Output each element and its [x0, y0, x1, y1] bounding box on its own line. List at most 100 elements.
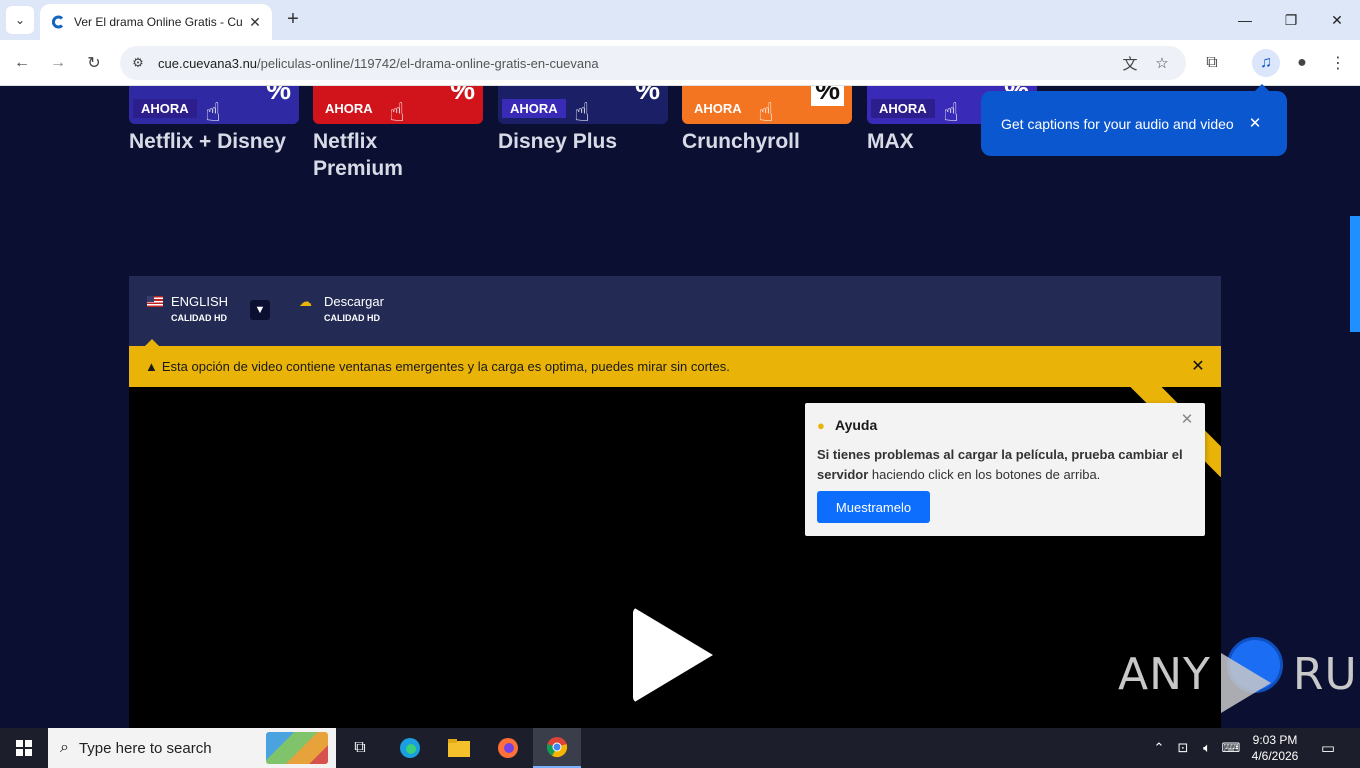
address-bar[interactable]: ⚙ cue.cuevana3.nu/peliculas-online/11974…: [120, 46, 1186, 80]
file-explorer-icon[interactable]: [435, 728, 483, 768]
notifications-icon[interactable]: ▭: [1318, 728, 1338, 768]
bookmark-star-icon[interactable]: ☆: [1150, 51, 1174, 75]
help-close-icon[interactable]: ✕: [1179, 411, 1195, 428]
promo-badge: AHORA: [871, 99, 935, 118]
url-text: cue.cuevana3.nu/peliculas-online/119742/…: [158, 56, 599, 71]
promo-percent-graphic: %: [266, 86, 291, 105]
promo-banner: % AHORA ☝: [682, 86, 852, 124]
active-tab[interactable]: Ver El drama Online Gratis - Cu ✕: [40, 4, 272, 40]
help-tooltip: ● Ayuda ✕ Si tienes problemas al cargar …: [805, 403, 1205, 536]
chevron-down-icon: ⌄: [14, 13, 26, 27]
media-controls-icon[interactable]: ♫: [1252, 49, 1280, 77]
close-window-button[interactable]: ✕: [1314, 0, 1360, 40]
network-icon[interactable]: ⊡: [1174, 728, 1192, 768]
page-content: % AHORA ☝ Netflix + Disney % AHORA ☝ Net…: [0, 86, 1360, 728]
browser-toolbar: ← → ↻ ⚙ cue.cuevana3.nu/peliculas-online…: [0, 40, 1360, 86]
promo-percent-graphic: %: [635, 86, 660, 105]
promo-name: Crunchyroll: [682, 130, 800, 153]
clock-time: 9:03 PM: [1252, 733, 1298, 747]
extensions-icon[interactable]: ⧉: [1198, 49, 1226, 77]
promo-banner: % AHORA ☝: [498, 86, 668, 124]
promo-name: Netflix + Disney: [129, 130, 286, 153]
download-title: Descargar: [324, 294, 384, 309]
player-server-bar: ENGLISH CALIDAD HD ▼ ☁ Descargar CALIDAD…: [129, 276, 1221, 346]
start-button[interactable]: [0, 728, 48, 768]
watermark-right-text: RUN: [1292, 648, 1360, 700]
more-menu-icon[interactable]: ⋮: [1324, 49, 1352, 77]
popup-warning-bar: ▲ Esta opción de video contiene ventanas…: [129, 346, 1221, 387]
warning-close-icon[interactable]: ✕: [1189, 357, 1207, 375]
tab-title: Ver El drama Online Gratis - Cu: [74, 15, 243, 29]
pointer-hand-icon: ☝: [205, 97, 221, 124]
search-highlight-image: [266, 732, 328, 764]
help-body-rest: haciendo click en los botones de arriba.: [868, 467, 1101, 482]
promo-percent-graphic: %: [811, 86, 844, 106]
profile-avatar-icon[interactable]: ●: [1288, 49, 1316, 77]
help-title: Ayuda: [835, 417, 878, 433]
tray-chevron-up-icon[interactable]: ⌃: [1150, 728, 1168, 768]
chrome-icon[interactable]: [533, 728, 581, 768]
pointer-hand-icon: ☝: [943, 97, 959, 124]
language-option[interactable]: ENGLISH CALIDAD HD: [147, 294, 228, 323]
promo-badge: AHORA: [317, 99, 381, 118]
search-icon: ⌕: [60, 739, 69, 756]
us-flag-icon: [147, 296, 163, 307]
play-icon[interactable]: [633, 607, 713, 703]
taskbar-search[interactable]: ⌕ Type here to search: [48, 728, 336, 768]
promo-badge: AHORA: [133, 99, 197, 118]
page-scrollbar-thumb[interactable]: [1350, 216, 1360, 332]
cuevana-favicon-icon: [50, 14, 66, 30]
reload-icon[interactable]: ↻: [80, 49, 108, 77]
show-me-button[interactable]: Muestramelo: [817, 491, 930, 523]
promo-card[interactable]: % AHORA ☝ Netflix Premium: [313, 86, 483, 182]
active-tab-indicator: [145, 339, 159, 346]
back-icon[interactable]: ←: [8, 49, 36, 77]
promo-card[interactable]: % AHORA ☝ Disney Plus: [498, 86, 668, 155]
help-body: Si tienes problemas al cargar la películ…: [817, 445, 1197, 485]
volume-icon[interactable]: 🔈︎: [1198, 728, 1216, 768]
translate-icon[interactable]: 文: [1118, 51, 1142, 75]
pointer-hand-icon: ☝: [574, 97, 590, 124]
promo-card[interactable]: % AHORA ☝ Netflix + Disney: [129, 86, 299, 155]
forward-icon[interactable]: →: [44, 49, 72, 77]
language-title: ENGLISH: [171, 294, 229, 309]
maximize-button[interactable]: ❐: [1268, 0, 1314, 40]
captions-text: Get captions for your audio and video: [1001, 115, 1234, 132]
promo-banner: % AHORA ☝: [129, 86, 299, 124]
tab-search-button[interactable]: ⌄: [6, 6, 34, 34]
captions-close-icon[interactable]: ✕: [1247, 115, 1263, 132]
promo-name: Disney Plus: [498, 130, 618, 153]
task-view-icon[interactable]: ⧉: [336, 728, 384, 768]
promo-card[interactable]: % AHORA ☝ Crunchyroll: [682, 86, 852, 155]
system-clock[interactable]: 9:03 PM 4/6/2026: [1240, 732, 1310, 764]
firefox-icon[interactable]: [484, 728, 532, 768]
windows-logo-icon: [16, 740, 32, 756]
tab-close-icon[interactable]: ✕: [246, 13, 264, 31]
minimize-button[interactable]: —: [1222, 0, 1268, 40]
promo-badge: AHORA: [686, 99, 750, 118]
clock-date: 4/6/2026: [1251, 749, 1299, 763]
language-dropdown-chevron-icon[interactable]: ▼: [250, 300, 270, 320]
anyrun-logo-icon: [1215, 637, 1289, 713]
pointer-hand-icon: ☝: [389, 97, 405, 124]
anyrun-watermark: ANY RUN: [1118, 634, 1360, 714]
promo-badge: AHORA: [502, 99, 566, 118]
new-tab-button[interactable]: +: [282, 8, 304, 30]
download-option[interactable]: ☁ Descargar CALIDAD HD: [299, 294, 384, 323]
site-info-icon[interactable]: ⚙: [126, 51, 150, 75]
promo-banner: % AHORA ☝: [313, 86, 483, 124]
windows-taskbar: ⌕ Type here to search ⧉ ⌃ ⊡ 🔈︎ ⌨ 9:03 PM…: [0, 728, 1360, 768]
search-placeholder: Type here to search: [78, 739, 212, 757]
promo-percent-graphic: %: [450, 86, 475, 105]
language-keyboard-icon[interactable]: ⌨: [1222, 728, 1241, 768]
promo-name: Netflix Premium: [313, 130, 403, 180]
edge-icon[interactable]: [386, 728, 434, 768]
url-host: cue.cuevana3.nu: [158, 55, 258, 71]
url-path: /peliculas-online/119742/el-drama-online…: [257, 55, 599, 71]
tab-strip: ⌄ Ver El drama Online Gratis - Cu ✕ + — …: [0, 0, 1360, 40]
pointer-hand-icon: ☝: [758, 97, 774, 124]
download-quality: CALIDAD HD: [324, 313, 380, 323]
warning-text: Esta opción de video contiene ventanas e…: [161, 359, 730, 374]
lightbulb-icon: ●: [817, 418, 825, 433]
live-captions-popup: Get captions for your audio and video ✕: [981, 84, 1287, 156]
